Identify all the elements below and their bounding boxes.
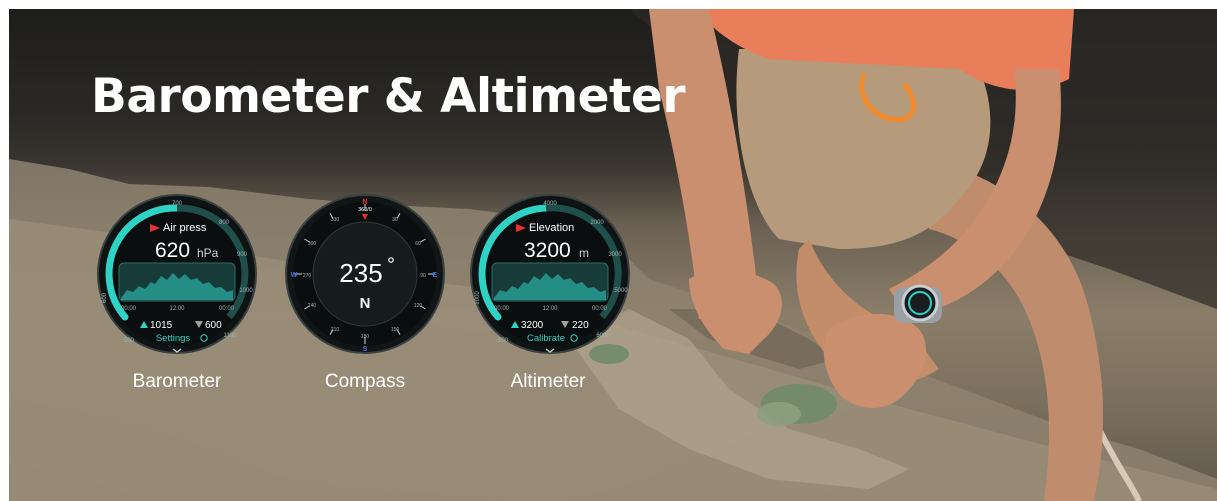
time-end: 00:00	[219, 306, 235, 312]
watch-unit: hPa	[197, 246, 219, 260]
compass-label: Compass	[324, 371, 406, 392]
compass-east: E	[433, 272, 438, 279]
tick-210: 210	[331, 327, 340, 333]
time-start: 00:00	[494, 306, 510, 312]
altimeter-label: Altimeter	[510, 371, 586, 392]
hero-banner: Barometer & Altimeter 700 600 800 900 10…	[9, 9, 1217, 501]
watch-title: Elevation	[529, 222, 574, 234]
tick-270: 270	[303, 273, 312, 279]
max-value: 1015	[150, 320, 173, 331]
ring-label-left: 600	[102, 292, 108, 303]
ring-label-small-1: 2000	[590, 220, 604, 226]
compass-south: S	[363, 346, 368, 353]
ring-label-top: 700	[172, 201, 183, 207]
compass-heading: 235	[339, 258, 382, 288]
tick-60: 60	[415, 241, 421, 247]
min-value: 600	[205, 320, 222, 331]
tick-240: 240	[308, 303, 317, 309]
ring-label-small-3: 1000	[239, 288, 253, 294]
tick-150: 150	[391, 327, 400, 333]
time-start: 00:00	[121, 306, 137, 312]
ring-label-right: 5000	[614, 288, 628, 294]
ring-label-bottom-left: 500	[124, 338, 135, 344]
min-value: 220	[572, 320, 589, 331]
tick-330: 330	[331, 217, 340, 223]
time-mid: 12:00	[169, 306, 185, 312]
ring-label-bottom-right: 1100	[224, 333, 238, 339]
max-value: 3200	[521, 320, 544, 331]
ring-label-left: 1000	[475, 291, 481, 305]
barometer-label: Barometer	[132, 371, 222, 392]
compass-north: N	[362, 199, 367, 206]
ring-label-bottom-left: -500	[496, 338, 509, 344]
barometer-watch-face: 700 600 800 900 1000 1100 500 Air press …	[97, 194, 257, 354]
compass-west: W	[291, 272, 298, 279]
ring-label-top: 4000	[543, 201, 557, 207]
watch-value: 620	[155, 239, 190, 262]
calibrate-button[interactable]: Calibrate	[527, 333, 565, 344]
ring-label-small-2: 900	[237, 252, 248, 258]
settings-button[interactable]: Settings	[156, 333, 191, 344]
ring-label-bottom-right: 6000	[596, 333, 610, 339]
page-title: Barometer & Altimeter	[91, 69, 686, 124]
compass-top-mark: 360/0	[358, 207, 372, 213]
watch-title: Air press	[163, 222, 207, 234]
watch-value: 3200	[524, 239, 571, 262]
tick-300: 300	[308, 241, 317, 247]
compass-watch-face: 360/0 N E W S 30 60 90 120 150 180 210 2…	[285, 194, 445, 354]
ring-label-small-1: 800	[219, 220, 230, 226]
wrist-watch-icon	[894, 284, 942, 323]
altimeter-watch-face: 4000 1000 2000 3000 5000 6000 -500 Eleva…	[470, 194, 630, 354]
tick-90: 90	[420, 273, 426, 279]
tick-30: 30	[392, 217, 398, 223]
tick-120: 120	[414, 303, 423, 309]
tick-180: 180	[361, 334, 370, 340]
ring-label-small-2: 3000	[608, 252, 622, 258]
time-end: 00:00	[592, 306, 608, 312]
watch-unit: m	[579, 246, 589, 260]
time-mid: 12:00	[542, 306, 558, 312]
compass-direction: N	[360, 295, 371, 312]
